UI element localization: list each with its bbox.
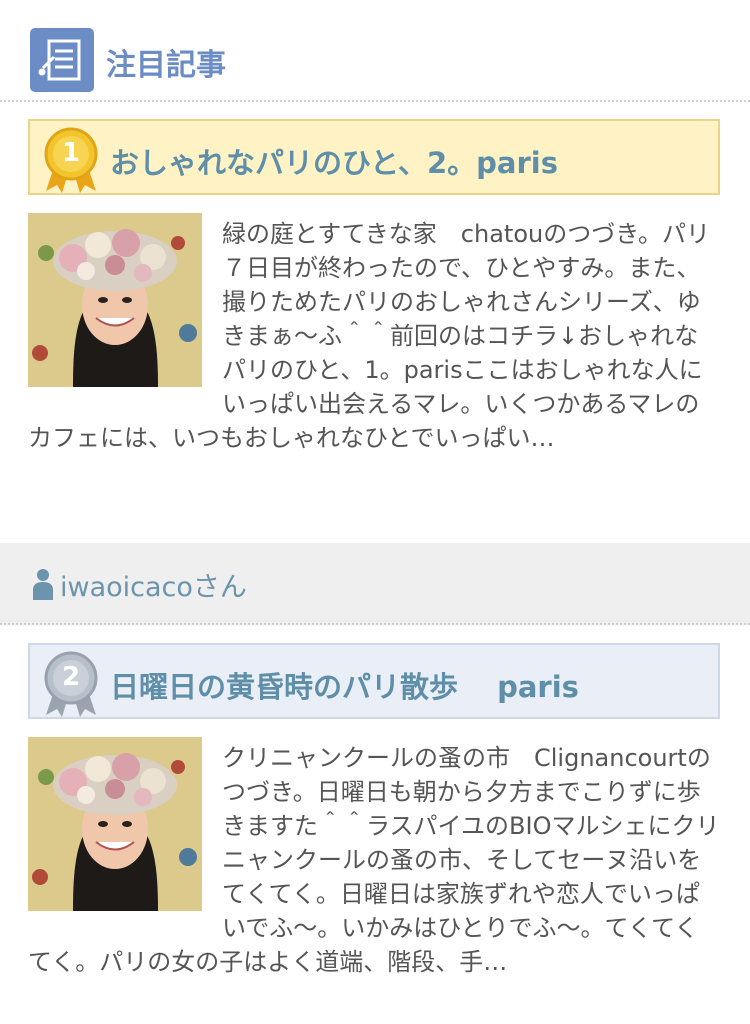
article-title[interactable]: 日曜日の黄昏時のパリ散歩 paris <box>110 664 579 706</box>
article-list-icon <box>30 28 94 92</box>
section-title: 注目記事 <box>106 48 226 83</box>
person-icon <box>32 568 54 600</box>
article-title-bar[interactable]: 1 おしゃれなパリのひと、2。paris <box>28 119 720 195</box>
rank-number: 1 <box>61 138 81 168</box>
author-name[interactable]: iwaoicacoさん <box>60 565 247 604</box>
article-title-bar[interactable]: 2 日曜日の黄昏時のパリ散歩 paris <box>28 643 720 719</box>
gold-medal-icon: 1 <box>40 125 102 195</box>
article-excerpt-container: 緑の庭とすてきな家 chatouのつづき。パリ７日目が終わったので、ひとやすみ。… <box>28 217 720 455</box>
author-bar[interactable]: iwaoicacoさん <box>0 543 750 625</box>
silver-medal-icon: 2 <box>40 649 102 719</box>
article-title[interactable]: おしゃれなパリのひと、2。paris <box>110 140 558 182</box>
section-header: 注目記事 <box>0 0 750 102</box>
rank-number: 2 <box>61 662 81 692</box>
article-excerpt-container: クリニャンクールの蚤の市 Clignancourtのつづき。日曜日も朝から夕方ま… <box>28 741 720 979</box>
